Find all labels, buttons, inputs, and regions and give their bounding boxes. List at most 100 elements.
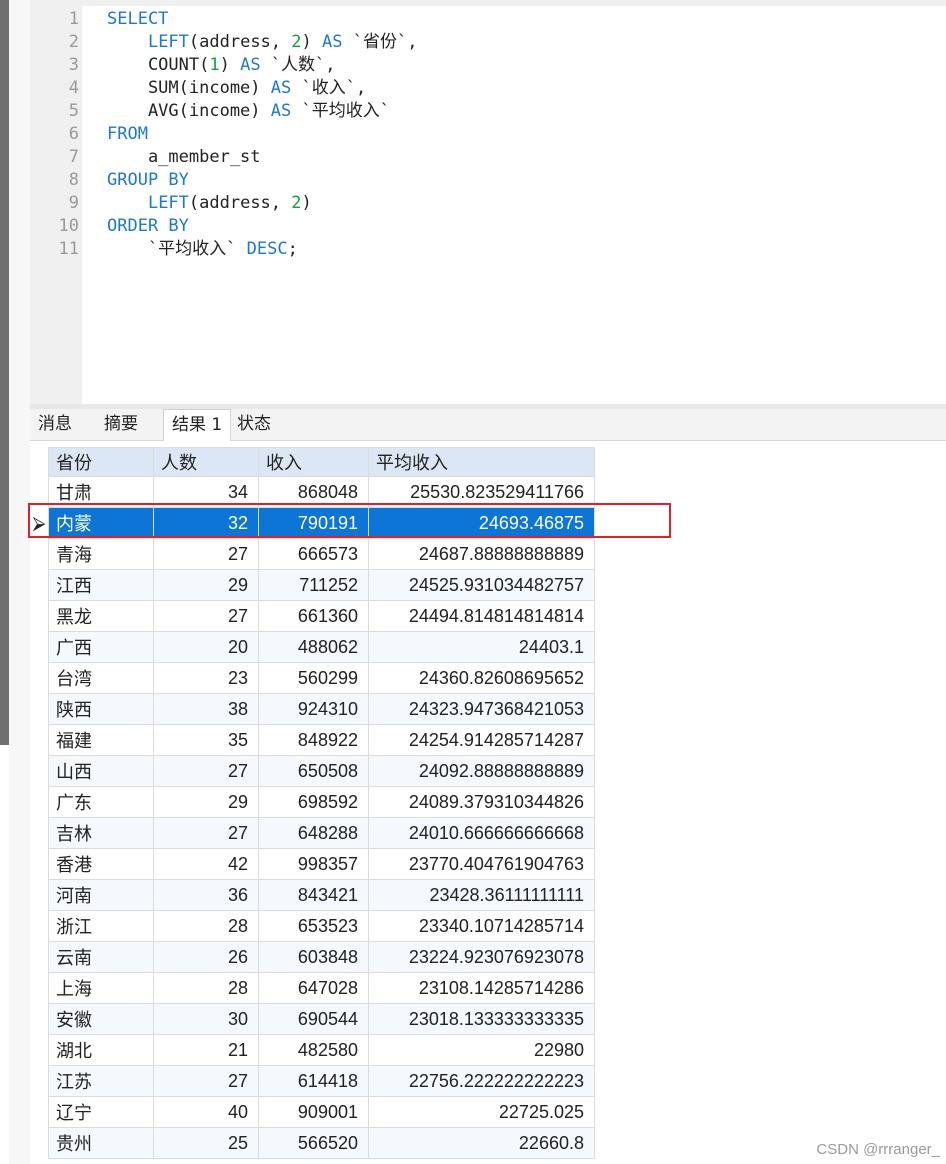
- result-grid[interactable]: 省份 人数 收入 平均收入 甘肃 34 868048 25530.823529411766 ⮚…: [30, 447, 595, 1159]
- cell-col-count[interactable]: 36: [153, 879, 259, 911]
- cell-col-income[interactable]: 661360: [258, 600, 369, 632]
- cell-col-count[interactable]: 40: [153, 1096, 259, 1128]
- cell-col-count[interactable]: 29: [153, 569, 259, 601]
- table-row[interactable]: 黑龙 27 661360 24494.814814814814: [30, 600, 595, 632]
- cell-col-income[interactable]: 614418: [258, 1065, 369, 1097]
- cell-col-avg-income[interactable]: 24360.82608695652: [368, 662, 595, 694]
- table-row[interactable]: 江西 29 711252 24525.931034482757: [30, 569, 595, 601]
- table-row[interactable]: 湖北 21 482580 22980: [30, 1034, 595, 1066]
- cell-col-count[interactable]: 27: [153, 817, 259, 849]
- cell-col-count[interactable]: 23: [153, 662, 259, 694]
- table-row[interactable]: 广东 29 698592 24089.379310344826: [30, 786, 595, 818]
- table-row[interactable]: 广西 20 488062 24403.1: [30, 631, 595, 663]
- cell-col-avg-income[interactable]: 24693.46875: [368, 507, 595, 539]
- table-row[interactable]: 上海 28 647028 23108.14285714286: [30, 972, 595, 1004]
- cell-col-province[interactable]: 贵州: [48, 1127, 154, 1159]
- cell-col-province[interactable]: 山西: [48, 755, 154, 787]
- cell-col-province[interactable]: 安徽: [48, 1003, 154, 1035]
- cell-col-avg-income[interactable]: 23108.14285714286: [368, 972, 595, 1004]
- table-row[interactable]: 吉林 27 648288 24010.666666666668: [30, 817, 595, 849]
- cell-col-income[interactable]: 648288: [258, 817, 369, 849]
- cell-col-income[interactable]: 998357: [258, 848, 369, 880]
- cell-col-province[interactable]: 江西: [48, 569, 154, 601]
- cell-col-count[interactable]: 27: [153, 1065, 259, 1097]
- cell-col-province[interactable]: 广东: [48, 786, 154, 818]
- cell-col-income[interactable]: 924310: [258, 693, 369, 725]
- cell-col-income[interactable]: 843421: [258, 879, 369, 911]
- table-row[interactable]: 香港 42 998357 23770.404761904763: [30, 848, 595, 880]
- cell-col-income[interactable]: 690544: [258, 1003, 369, 1035]
- cell-col-count[interactable]: 20: [153, 631, 259, 663]
- cell-col-province[interactable]: 浙江: [48, 910, 154, 942]
- cell-col-count[interactable]: 27: [153, 600, 259, 632]
- cell-col-province[interactable]: 云南: [48, 941, 154, 973]
- cell-col-avg-income[interactable]: 22980: [368, 1034, 595, 1066]
- cell-col-avg-income[interactable]: 23018.133333333335: [368, 1003, 595, 1035]
- cell-col-income[interactable]: 653523: [258, 910, 369, 942]
- cell-col-income[interactable]: 868048: [258, 476, 369, 508]
- cell-col-province[interactable]: 台湾: [48, 662, 154, 694]
- cell-col-avg-income[interactable]: 24403.1: [368, 631, 595, 663]
- cell-col-province[interactable]: 上海: [48, 972, 154, 1004]
- tab-messages[interactable]: 消息: [30, 409, 80, 440]
- cell-col-province[interactable]: 湖北: [48, 1034, 154, 1066]
- table-row[interactable]: 浙江 28 653523 23340.10714285714: [30, 910, 595, 942]
- cell-col-count[interactable]: 30: [153, 1003, 259, 1035]
- cell-col-province[interactable]: 内蒙: [48, 507, 154, 539]
- table-row[interactable]: ⮚ 内蒙 32 790191 24693.46875: [30, 507, 595, 539]
- column-header-col-province[interactable]: 省份: [48, 447, 154, 477]
- cell-col-count[interactable]: 38: [153, 693, 259, 725]
- column-header-col-income[interactable]: 收入: [258, 447, 369, 477]
- cell-col-province[interactable]: 福建: [48, 724, 154, 756]
- cell-col-count[interactable]: 25: [153, 1127, 259, 1159]
- cell-col-avg-income[interactable]: 24494.814814814814: [368, 600, 595, 632]
- cell-col-income[interactable]: 909001: [258, 1096, 369, 1128]
- table-row[interactable]: 江苏 27 614418 22756.222222222223: [30, 1065, 595, 1097]
- cell-col-income[interactable]: 790191: [258, 507, 369, 539]
- cell-col-avg-income[interactable]: 22725.025: [368, 1096, 595, 1128]
- cell-col-province[interactable]: 香港: [48, 848, 154, 880]
- cell-col-count[interactable]: 21: [153, 1034, 259, 1066]
- cell-col-income[interactable]: 650508: [258, 755, 369, 787]
- cell-col-province[interactable]: 甘肃: [48, 476, 154, 508]
- table-row[interactable]: 甘肃 34 868048 25530.823529411766: [30, 476, 595, 508]
- cell-col-count[interactable]: 27: [153, 755, 259, 787]
- cell-col-count[interactable]: 32: [153, 507, 259, 539]
- table-row[interactable]: 辽宁 40 909001 22725.025: [30, 1096, 595, 1128]
- table-row[interactable]: 贵州 25 566520 22660.8: [30, 1127, 595, 1159]
- cell-col-avg-income[interactable]: 24687.88888888889: [368, 538, 595, 570]
- tab-result-1[interactable]: 结果 1: [163, 409, 232, 441]
- cell-col-income[interactable]: 566520: [258, 1127, 369, 1159]
- table-row[interactable]: 河南 36 843421 23428.36111111111: [30, 879, 595, 911]
- cell-col-count[interactable]: 26: [153, 941, 259, 973]
- cell-col-province[interactable]: 青海: [48, 538, 154, 570]
- tab-status[interactable]: 状态: [229, 409, 279, 440]
- cell-col-avg-income[interactable]: 22660.8: [368, 1127, 595, 1159]
- table-row[interactable]: 山西 27 650508 24092.88888888889: [30, 755, 595, 787]
- cell-col-avg-income[interactable]: 24525.931034482757: [368, 569, 595, 601]
- cell-col-avg-income[interactable]: 24092.88888888889: [368, 755, 595, 787]
- cell-col-province[interactable]: 广西: [48, 631, 154, 663]
- cell-col-income[interactable]: 666573: [258, 538, 369, 570]
- column-header-col-count[interactable]: 人数: [153, 447, 259, 477]
- cell-col-province[interactable]: 陕西: [48, 693, 154, 725]
- cell-col-avg-income[interactable]: 23770.404761904763: [368, 848, 595, 880]
- cell-col-count[interactable]: 42: [153, 848, 259, 880]
- cell-col-avg-income[interactable]: 24254.914285714287: [368, 724, 595, 756]
- cell-col-avg-income[interactable]: 25530.823529411766: [368, 476, 595, 508]
- table-row[interactable]: 福建 35 848922 24254.914285714287: [30, 724, 595, 756]
- cell-col-avg-income[interactable]: 24089.379310344826: [368, 786, 595, 818]
- table-row[interactable]: 安徽 30 690544 23018.133333333335: [30, 1003, 595, 1035]
- cell-col-count[interactable]: 28: [153, 972, 259, 1004]
- cell-col-avg-income[interactable]: 24010.666666666668: [368, 817, 595, 849]
- cell-col-income[interactable]: 560299: [258, 662, 369, 694]
- table-row[interactable]: 青海 27 666573 24687.88888888889: [30, 538, 595, 570]
- sql-editor[interactable]: 1 SELECT 2 LEFT(address, 2) AS `省份`, 3 COUN…: [30, 6, 946, 404]
- cell-col-income[interactable]: 603848: [258, 941, 369, 973]
- cell-col-income[interactable]: 647028: [258, 972, 369, 1004]
- table-row[interactable]: 云南 26 603848 23224.923076923078: [30, 941, 595, 973]
- table-row[interactable]: 陕西 38 924310 24323.947368421053: [30, 693, 595, 725]
- tab-summary[interactable]: 摘要: [96, 409, 146, 440]
- cell-col-avg-income[interactable]: 23224.923076923078: [368, 941, 595, 973]
- table-row[interactable]: 台湾 23 560299 24360.82608695652: [30, 662, 595, 694]
